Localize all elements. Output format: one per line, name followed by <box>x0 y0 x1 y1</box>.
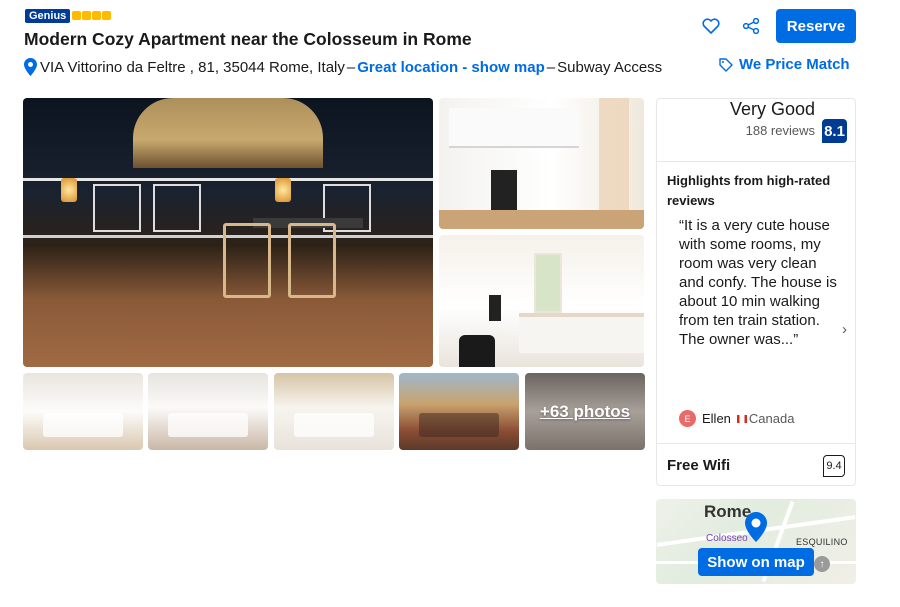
free-wifi-label: Free Wifi <box>667 457 731 474</box>
chevron-right-icon[interactable]: › <box>842 321 847 338</box>
genius-badge: Genius <box>25 9 71 23</box>
great-location-link[interactable]: Great location - show map <box>357 59 545 76</box>
lamp <box>275 178 291 202</box>
separator-dash: – <box>546 58 556 76</box>
reviews-count[interactable]: 188 reviews <box>746 123 815 138</box>
thumbnail-photo[interactable] <box>148 373 268 450</box>
map-poi-label: Colosseo <box>706 533 748 544</box>
price-match-link[interactable]: We Price Match <box>719 56 850 73</box>
more-photos-thumbnail[interactable]: +63 photos <box>525 373 645 450</box>
star-icon <box>82 11 91 20</box>
star-icon <box>92 11 101 20</box>
pin-icon <box>24 58 37 76</box>
share-icon <box>742 18 760 34</box>
review-score-card: Very Good 188 reviews 8.1 Highlights fro… <box>656 98 856 486</box>
photo-bedroom[interactable] <box>439 235 644 367</box>
divider <box>657 161 855 162</box>
avatar: E <box>679 410 696 427</box>
save-button[interactable] <box>699 14 723 38</box>
divider <box>657 443 855 444</box>
price-match-label: We Price Match <box>739 56 850 73</box>
tag-icon <box>719 57 733 72</box>
thumbnail-photo[interactable] <box>23 373 143 450</box>
show-on-map-button[interactable]: Show on map <box>698 548 814 576</box>
wifi-score-badge: 9.4 <box>823 455 845 477</box>
star-icon <box>102 11 111 20</box>
thumbnail-photo[interactable] <box>274 373 394 450</box>
star-icon <box>72 11 81 20</box>
flag-icon <box>736 414 747 423</box>
score-badge: 8.1 <box>822 119 847 143</box>
reviewer-country: Canada <box>736 411 795 426</box>
separator-dash: – <box>346 58 356 76</box>
map-control-icon[interactable]: ↑ <box>814 556 830 572</box>
photo-kitchen[interactable] <box>439 98 644 229</box>
heart-icon <box>702 18 720 34</box>
rating-label: Very Good <box>729 99 815 119</box>
address-row: VIA Vittorino da Feltre , 81, 35044 Rome… <box>24 58 662 76</box>
thumbnail-photo[interactable] <box>399 373 519 450</box>
highlights-title: Highlights from high-rated reviews <box>667 173 831 208</box>
colosseum-shape <box>133 98 323 168</box>
subway-access: Subway Access <box>557 58 663 76</box>
lamp <box>61 178 77 202</box>
main-photo-terrace[interactable] <box>23 98 433 367</box>
star-rating <box>72 11 111 20</box>
more-photos-label: +63 photos <box>539 401 631 421</box>
review-quote: “It is a very cute house with some rooms… <box>679 217 837 348</box>
address-text: VIA Vittorino da Feltre , 81, 35044 Rome… <box>40 58 345 76</box>
map-district-label: ESQUILINO <box>796 537 848 547</box>
reviewer: E Ellen Canada <box>679 410 794 427</box>
country-name: Canada <box>748 411 795 426</box>
reviewer-name: Ellen <box>702 411 731 426</box>
property-title: Modern Cozy Apartment near the Colosseum… <box>24 29 472 49</box>
map-preview[interactable]: Rome ESQUILINO Colosseo Show on map ↑ <box>656 499 856 584</box>
map-pin-icon <box>745 512 767 542</box>
reserve-button[interactable]: Reserve <box>776 9 856 43</box>
share-button[interactable] <box>739 14 763 38</box>
